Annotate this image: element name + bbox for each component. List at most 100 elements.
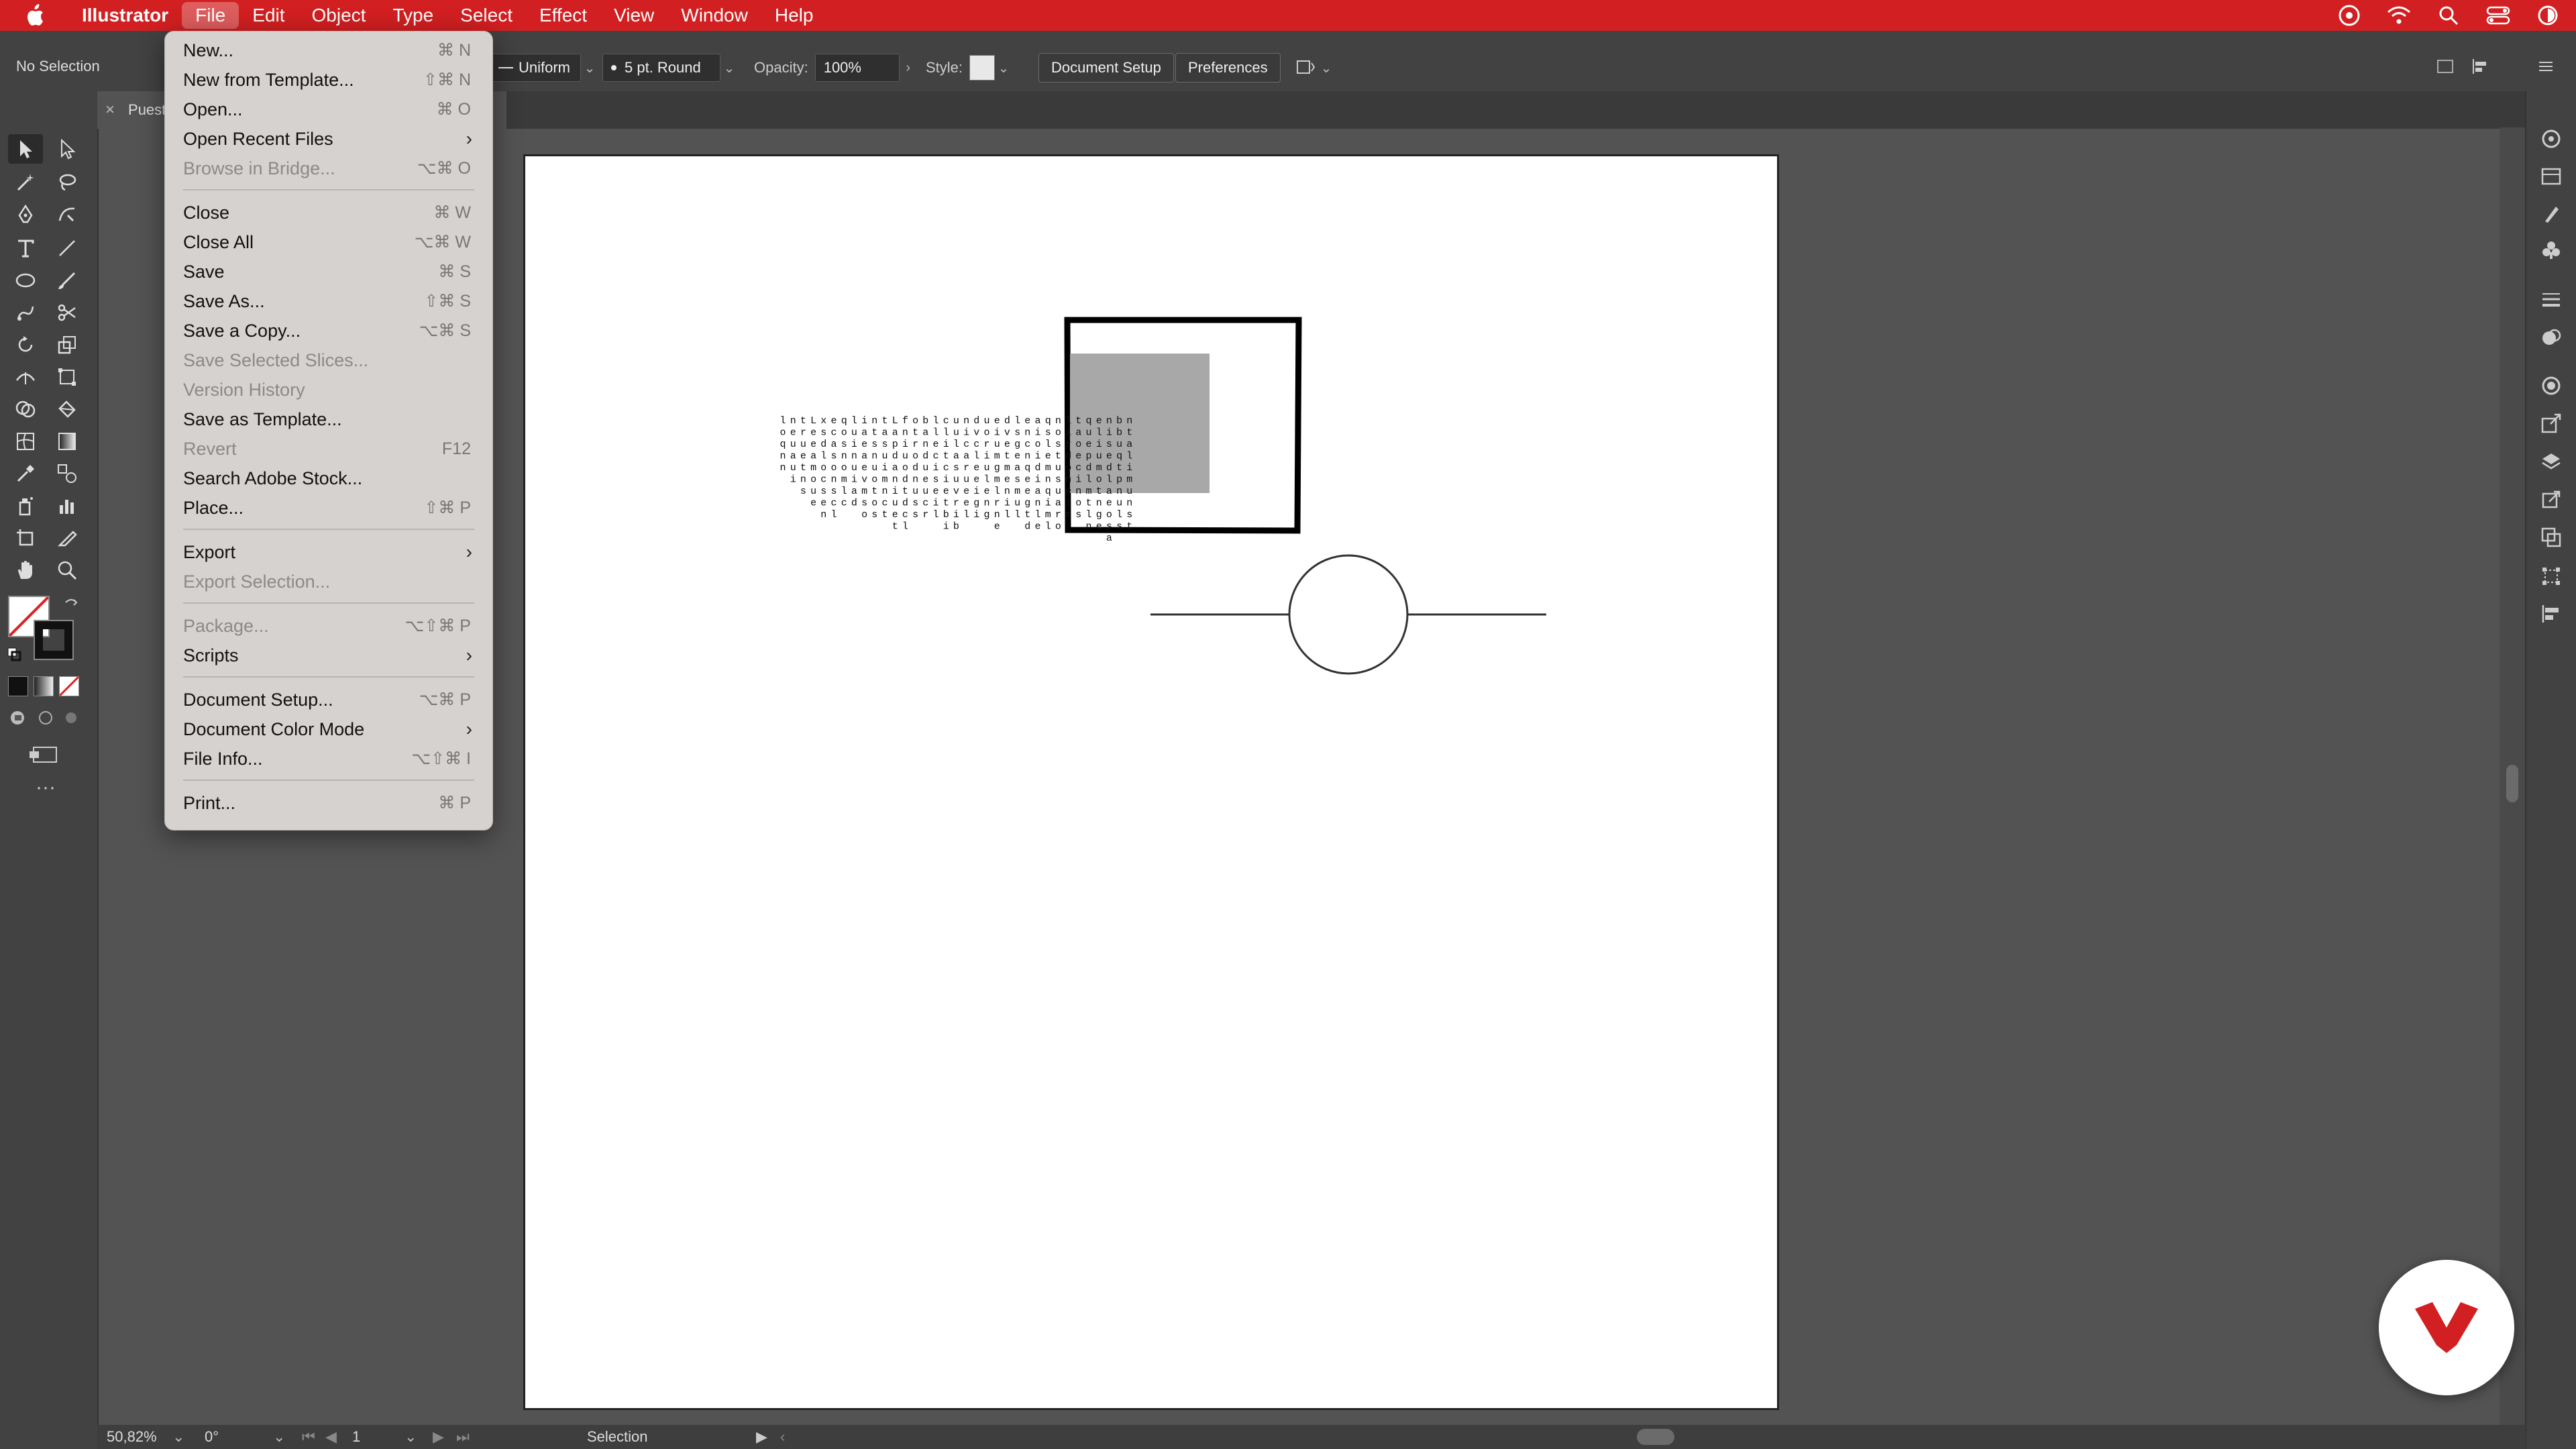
file-menu-item[interactable]: Print... ⌘ P bbox=[165, 788, 492, 818]
preferences-button[interactable]: Preferences bbox=[1175, 53, 1281, 83]
vertical-scrollbar[interactable] bbox=[2500, 127, 2525, 1429]
last-artboard-icon[interactable]: ⏭ bbox=[456, 1428, 470, 1446]
color-mode-none-icon[interactable] bbox=[59, 676, 79, 696]
stroke-swatch[interactable] bbox=[34, 620, 74, 660]
color-panel-icon[interactable] bbox=[2538, 373, 2564, 398]
file-menu-item[interactable]: Close All ⌥⌘ W bbox=[165, 227, 492, 257]
align-icon[interactable] bbox=[2470, 56, 2494, 79]
default-fill-stroke-icon[interactable] bbox=[7, 647, 21, 661]
appearance-panel-icon[interactable] bbox=[2538, 325, 2564, 350]
swap-fill-stroke-icon[interactable] bbox=[62, 596, 82, 616]
type-tool-icon[interactable] bbox=[8, 233, 43, 263]
shape-builder-tool-icon[interactable] bbox=[8, 394, 43, 424]
wifi-icon[interactable] bbox=[2387, 3, 2411, 28]
file-menu-item[interactable]: Place... ⇧⌘ P bbox=[165, 493, 492, 523]
chevron-down-icon[interactable]: ⌄ bbox=[273, 1428, 285, 1446]
file-menu-item[interactable]: Search Adobe Stock... bbox=[165, 464, 492, 493]
more-tools-icon[interactable]: ··· bbox=[32, 777, 59, 798]
file-menu-item[interactable]: Document Setup... ⌥⌘ P bbox=[165, 685, 492, 714]
menu-type[interactable]: Type bbox=[379, 0, 447, 31]
transform-panel-icon[interactable] bbox=[2538, 564, 2564, 589]
first-artboard-icon[interactable]: ⏮ bbox=[302, 1428, 315, 1446]
hand-tool-icon[interactable] bbox=[8, 555, 43, 585]
eyedropper-tool-icon[interactable] bbox=[8, 459, 43, 488]
asset-export-icon[interactable] bbox=[2538, 487, 2564, 513]
stroke-panel-icon[interactable] bbox=[2538, 287, 2564, 313]
file-menu-item[interactable]: Scripts › bbox=[165, 641, 492, 670]
menu-effect[interactable]: Effect bbox=[526, 0, 600, 31]
file-menu-item[interactable]: Save as Template... bbox=[165, 405, 492, 434]
artboards-panel-icon[interactable] bbox=[2538, 525, 2564, 550]
menu-select[interactable]: Select bbox=[447, 0, 526, 31]
properties-panel-icon[interactable] bbox=[2538, 126, 2564, 152]
column-graph-tool-icon[interactable] bbox=[50, 491, 85, 521]
chevron-right-icon[interactable]: › bbox=[900, 54, 917, 81]
status-menu-arrow-icon[interactable]: ▶ bbox=[756, 1428, 767, 1446]
file-menu-item[interactable]: Open... ⌘ O bbox=[165, 95, 492, 124]
selection-tool-icon[interactable] bbox=[8, 134, 43, 164]
symbol-sprayer-tool-icon[interactable] bbox=[8, 491, 43, 521]
gradient-tool-icon[interactable] bbox=[50, 427, 85, 456]
opacity-input[interactable]: 100% bbox=[814, 54, 900, 82]
scroll-left-icon[interactable]: ‹ bbox=[780, 1428, 785, 1446]
artboard[interactable]: loqnn neuaui truetns Leeamoue xsdlocsen ecaso… bbox=[523, 154, 1779, 1410]
menu-view[interactable]: View bbox=[600, 0, 667, 31]
creative-cloud-icon[interactable] bbox=[2337, 3, 2361, 28]
vertical-scroll-thumb[interactable] bbox=[2506, 765, 2518, 802]
control-menu-icon[interactable] bbox=[2536, 56, 2560, 79]
siri-icon[interactable] bbox=[2536, 3, 2560, 28]
free-transform-tool-icon[interactable] bbox=[50, 362, 85, 392]
menu-window[interactable]: Window bbox=[667, 0, 761, 31]
draw-normal-icon[interactable] bbox=[8, 707, 28, 727]
file-menu-item[interactable]: Open Recent Files › bbox=[165, 124, 492, 154]
arrange-documents-icon[interactable] bbox=[1293, 56, 1318, 80]
mesh-tool-icon[interactable] bbox=[8, 427, 43, 456]
symbols-panel-icon[interactable] bbox=[2538, 237, 2564, 263]
brush-definition-select[interactable]: 5 pt. Round bbox=[602, 54, 720, 82]
width-tool-icon[interactable] bbox=[8, 362, 43, 392]
scissors-tool-icon[interactable] bbox=[50, 298, 85, 327]
live-paint-bucket-tool-icon[interactable] bbox=[50, 394, 85, 424]
chevron-down-icon[interactable]: ⌄ bbox=[172, 1428, 184, 1446]
zoom-tool-icon[interactable] bbox=[50, 555, 85, 585]
draw-behind-icon[interactable] bbox=[36, 707, 56, 727]
chevron-down-icon[interactable]: ⌄ bbox=[405, 1428, 417, 1446]
close-tab-icon[interactable]: × bbox=[105, 101, 115, 119]
direct-selection-tool-icon[interactable] bbox=[50, 134, 85, 164]
file-menu-item[interactable]: Save a Copy... ⌥⌘ S bbox=[165, 316, 492, 345]
menu-app-illustrator[interactable]: Illustrator bbox=[68, 0, 182, 31]
document-setup-button[interactable]: Document Setup bbox=[1038, 53, 1174, 83]
panel-toggle-icon[interactable] bbox=[2435, 56, 2459, 79]
shaper-tool-icon[interactable] bbox=[8, 298, 43, 327]
artboard-number[interactable]: 1 bbox=[352, 1428, 360, 1446]
scale-tool-icon[interactable] bbox=[50, 330, 85, 360]
style-swatch[interactable] bbox=[969, 55, 996, 80]
horizontal-scroll-thumb[interactable] bbox=[1637, 1429, 1674, 1445]
color-mode-color-icon[interactable] bbox=[8, 676, 28, 696]
brushes-panel-icon[interactable] bbox=[2538, 201, 2564, 227]
pen-tool-icon[interactable] bbox=[8, 200, 43, 229]
blend-tool-icon[interactable] bbox=[50, 459, 85, 488]
file-menu-item[interactable]: Export › bbox=[165, 537, 492, 567]
chevron-down-icon[interactable]: ⌄ bbox=[1318, 54, 1335, 81]
file-menu-item[interactable]: File Info... ⌥⇧⌘ I bbox=[165, 744, 492, 773]
chevron-down-icon[interactable]: ⌄ bbox=[720, 54, 738, 81]
line-segment-tool-icon[interactable] bbox=[50, 233, 85, 263]
draw-inside-icon[interactable] bbox=[62, 707, 82, 727]
magic-wand-tool-icon[interactable] bbox=[8, 168, 43, 197]
file-menu-item[interactable]: Close ⌘ W bbox=[165, 198, 492, 227]
menu-file[interactable]: File bbox=[182, 2, 239, 29]
ellipse-tool-icon[interactable] bbox=[8, 266, 43, 295]
menu-object[interactable]: Object bbox=[299, 0, 380, 31]
file-menu-item[interactable]: New... ⌘ N bbox=[165, 36, 492, 65]
rotation-value[interactable]: 0° bbox=[205, 1428, 219, 1446]
file-menu-item[interactable]: Save ⌘ S bbox=[165, 257, 492, 286]
lasso-tool-icon[interactable] bbox=[50, 168, 85, 197]
spotlight-search-icon[interactable] bbox=[2436, 3, 2461, 28]
libraries-panel-icon[interactable] bbox=[2538, 164, 2564, 189]
zoom-level[interactable]: 50,82% bbox=[107, 1428, 157, 1446]
menu-help[interactable]: Help bbox=[761, 0, 827, 31]
stroke-profile-select[interactable]: Uniform bbox=[490, 54, 581, 82]
curvature-tool-icon[interactable] bbox=[50, 200, 85, 229]
menu-edit[interactable]: Edit bbox=[239, 0, 298, 31]
